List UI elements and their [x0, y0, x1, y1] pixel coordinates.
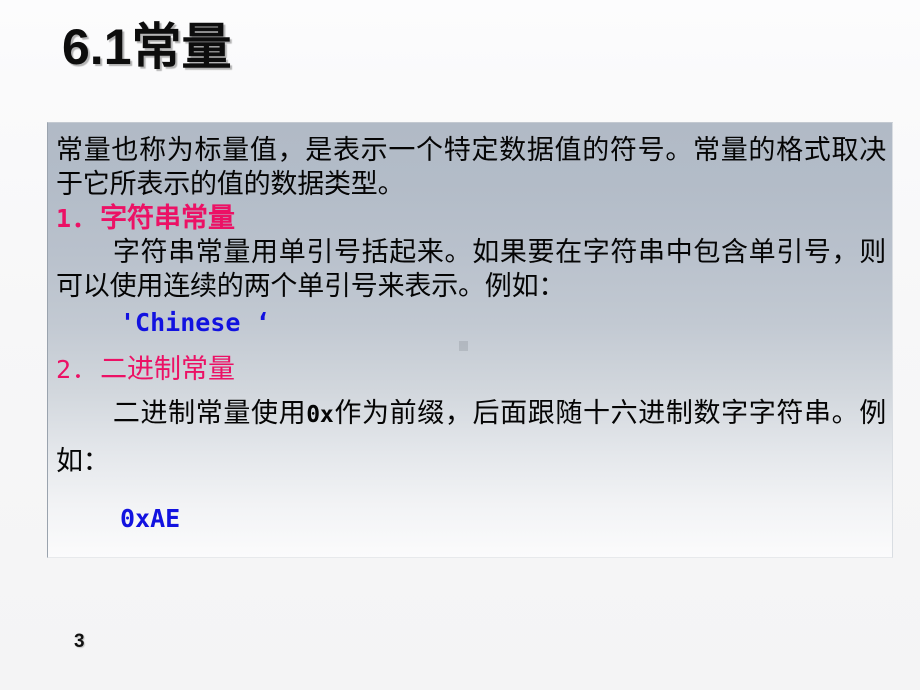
section-1-heading: 1．字符串常量 [56, 201, 886, 236]
decorative-square-artifact [459, 341, 468, 351]
section-2-paragraph-before: 二进制常量使用 [112, 398, 307, 428]
section-2-heading: 2．二进制常量 [56, 352, 886, 387]
section-2-heading-label: 二进制常量 [100, 354, 236, 384]
section-2-number: 2． [56, 355, 99, 384]
section-1-paragraph-text: 字符串常量用单引号括起来。如果要在字符串中包含单引号，则可以使用连续的两个单引号… [56, 237, 886, 301]
page-title: 6.1常量 [62, 19, 232, 75]
slide: 6.1常量 常量也称为标量值，是表示一个特定数据值的符号。常量的格式取决于它所表… [0, 0, 920, 690]
intro-paragraph: 常量也称为标量值，是表示一个特定数据值的符号。常量的格式取决于它所表示的值的数据… [56, 135, 886, 199]
code-sample-binary-constant: 0xAE [120, 504, 181, 533]
hex-prefix-token: 0x [306, 402, 334, 428]
code-sample-string-constant: 'Chinese ‘ [120, 308, 271, 337]
section-1-heading-label: 字符串常量 [100, 203, 236, 233]
section-2-paragraph: 二进制常量使用0x作为前缀，后面跟随十六进制数字字符串。例如： [56, 390, 886, 484]
content-panel: 常量也称为标量值，是表示一个特定数据值的符号。常量的格式取决于它所表示的值的数据… [47, 122, 893, 558]
section-1-number: 1． [56, 204, 99, 233]
section-1-paragraph: 字符串常量用单引号括起来。如果要在字符串中包含单引号，则可以使用连续的两个单引号… [56, 235, 886, 303]
page-number: 3 [74, 631, 85, 652]
